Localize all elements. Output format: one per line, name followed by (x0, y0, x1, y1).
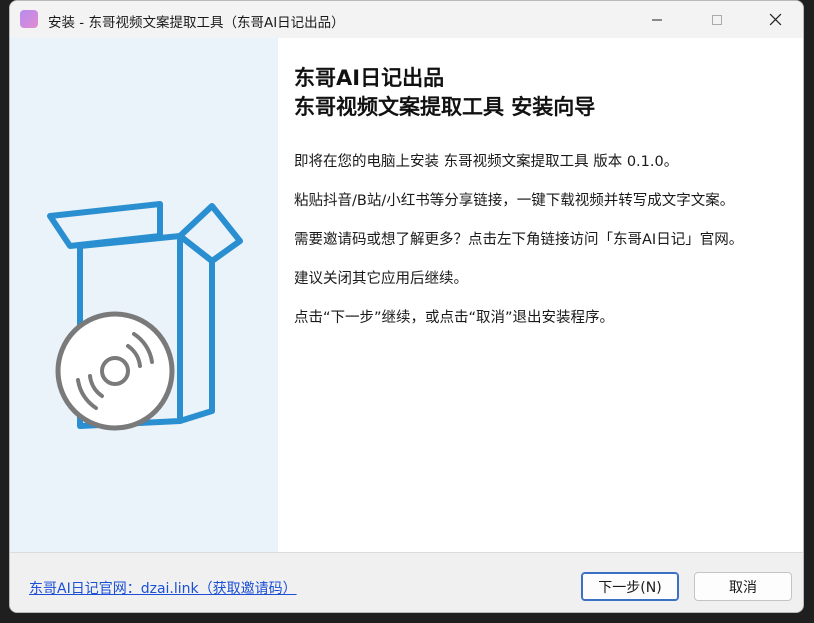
maximize-icon (712, 14, 722, 25)
heading-line-2: 东哥视频文案提取工具 安装向导 (294, 95, 596, 119)
title-bar[interactable]: 安装 - 东哥视频文案提取工具（东哥AI日记出品） (10, 1, 803, 38)
paragraph-close-apps: 建议关闭其它应用后继续。 (294, 271, 468, 287)
wizard-description: 即将在您的电脑上安装 东哥视频文案提取工具 版本 0.1.0。 粘贴抖音/B站/… (294, 152, 762, 347)
window-title: 安装 - 东哥视频文案提取工具（东哥AI日记出品） (48, 15, 345, 31)
next-button[interactable]: 下一步(N) (581, 572, 679, 601)
close-icon (769, 13, 781, 26)
paragraph-invite-code: 需要邀请码或想了解更多？点击左下角链接访问「东哥AI日记」官网。 (294, 232, 744, 248)
installer-app-icon (20, 10, 38, 28)
minimize-button[interactable] (634, 1, 680, 38)
paragraph-continue-hint: 点击“下一步”继续，或点击“取消”退出安装程序。 (294, 310, 615, 326)
box-with-disc-icon (47, 201, 243, 431)
paragraph-install-version: 即将在您的电脑上安装 东哥视频文案提取工具 版本 0.1.0。 (294, 154, 679, 170)
installer-window: 安装 - 东哥视频文案提取工具（东哥AI日记出品） 东哥AI日记出品 东哥视频文… (9, 0, 804, 613)
close-button[interactable] (752, 1, 798, 38)
heading-line-1: 东哥AI日记出品 (294, 66, 445, 90)
maximize-button[interactable] (694, 1, 740, 38)
disc (55, 311, 175, 431)
official-site-link[interactable]: 东哥AI日记官网：dzai.link（获取邀请码） (29, 578, 297, 598)
cancel-button[interactable]: 取消 (694, 572, 792, 601)
wizard-content: 东哥AI日记出品 东哥视频文案提取工具 安装向导 即将在您的电脑上安装 东哥视频… (278, 38, 803, 552)
minimize-icon (652, 19, 662, 20)
wizard-heading: 东哥AI日记出品 东哥视频文案提取工具 安装向导 (294, 64, 595, 122)
paragraph-feature: 粘贴抖音/B站/小红书等分享链接，一键下载视频并转写成文字文案。 (294, 193, 735, 209)
wizard-footer: 东哥AI日记官网：dzai.link（获取邀请码） 下一步(N) 取消 (10, 553, 803, 612)
wizard-sidebar (10, 38, 278, 552)
